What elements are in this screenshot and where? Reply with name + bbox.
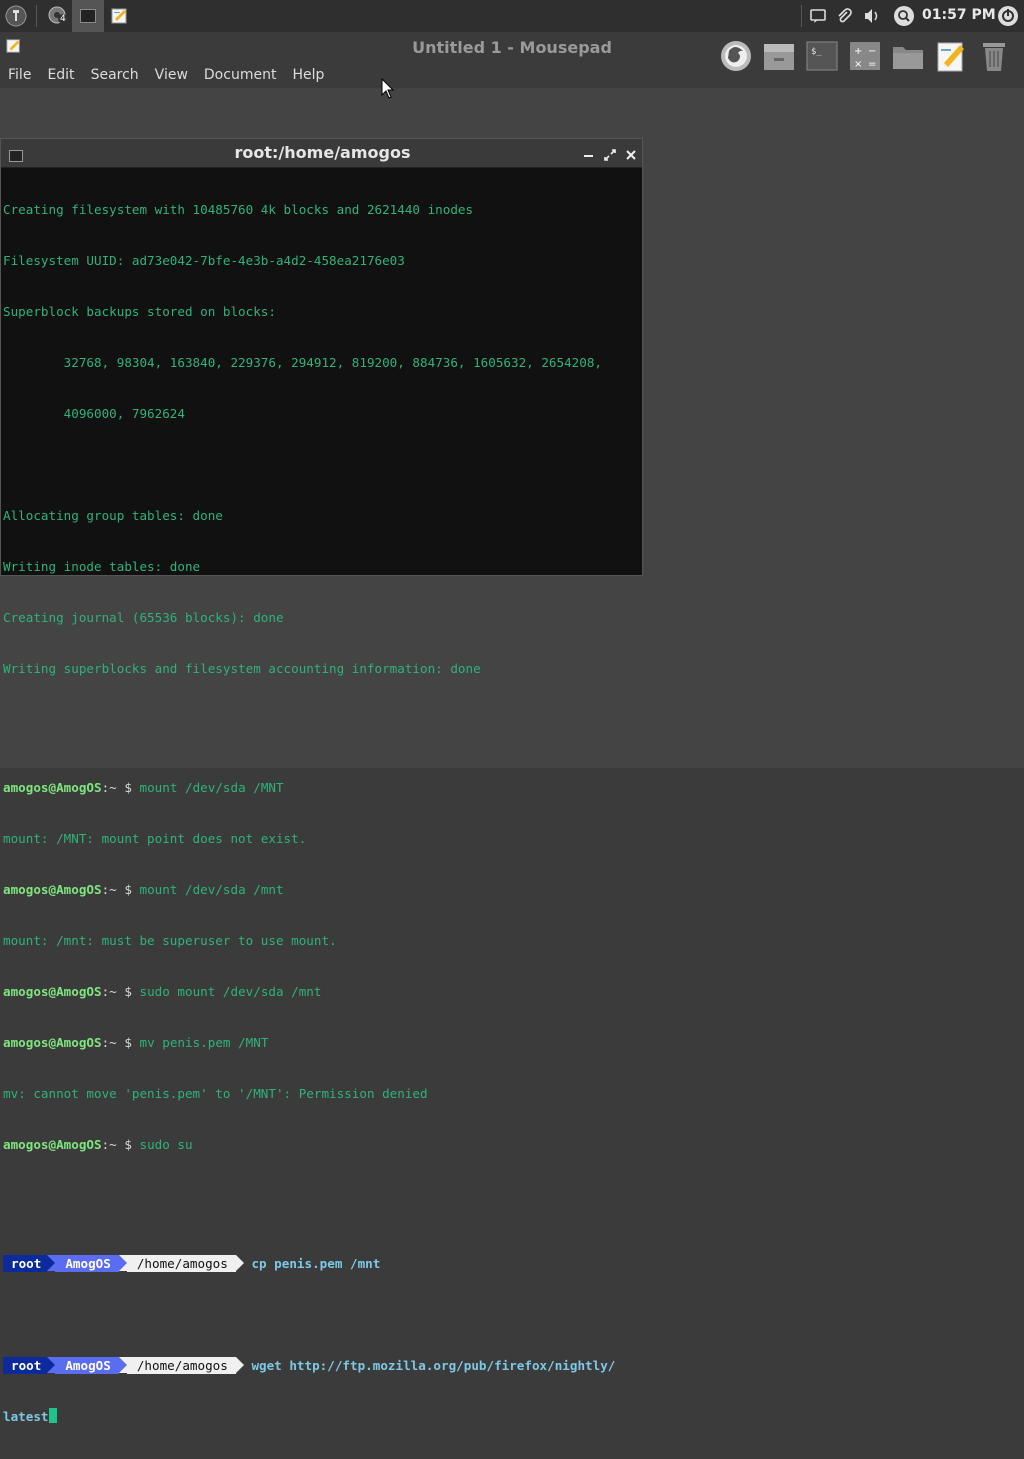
- command-wrap-line[interactable]: latest: [3, 1408, 642, 1425]
- mouse-cursor-icon: [381, 77, 395, 104]
- menu-edit[interactable]: Edit: [39, 63, 82, 87]
- folder-icon[interactable]: [888, 36, 928, 76]
- prompt-line: amogos@AmogOS:~ $ mount /dev/sda /mnt: [3, 881, 642, 898]
- top-taskbar: 4 01:57 PM: [0, 0, 1024, 33]
- prompt-path: :~ $: [101, 1035, 140, 1050]
- powerline-path: /home/amogos: [126, 1357, 236, 1374]
- calculator-icon[interactable]: + − × =: [845, 36, 885, 76]
- menu-bar: File Edit Search View Document Help: [0, 63, 332, 87]
- volume-icon[interactable]: [860, 4, 884, 28]
- terminal-window[interactable]: root:/home/amogos Creating filesystem wi…: [0, 138, 643, 1424]
- powerline-prompt: root AmogOS/home/amogos cp penis.pem /mnt: [3, 1255, 642, 1272]
- text-editor-icon[interactable]: [931, 36, 971, 76]
- output-line: mv: cannot move 'penis.pem' to '/MNT': P…: [3, 1086, 428, 1101]
- close-icon[interactable]: [625, 146, 637, 165]
- prompt-line: amogos@AmogOS:~ $ sudo mount /dev/sda /m…: [3, 983, 642, 1000]
- output-line: mount: /MNT: mount point does not exist.: [3, 831, 307, 846]
- menu-view[interactable]: View: [147, 63, 196, 87]
- menu-search[interactable]: Search: [83, 63, 147, 87]
- notification-icon[interactable]: [806, 4, 830, 28]
- taskbar-terminal-window[interactable]: [72, 0, 104, 32]
- svg-text:×: ×: [854, 59, 862, 70]
- command-text: sudo mount /dev/sda /mnt: [139, 984, 322, 999]
- prompt-user: amogos@AmogOS: [3, 882, 102, 897]
- trash-icon[interactable]: [974, 36, 1014, 76]
- powerline-host: AmogOS: [55, 1255, 119, 1272]
- menu-help[interactable]: Help: [284, 63, 332, 87]
- file-manager-icon[interactable]: [759, 36, 799, 76]
- svg-text:−: −: [868, 46, 876, 57]
- menu-document[interactable]: Document: [196, 63, 285, 87]
- text-cursor: [48, 1408, 57, 1423]
- output-line: Writing inode tables: done: [3, 559, 201, 574]
- command-text: mount /dev/sda /mnt: [139, 882, 284, 897]
- firefox-icon[interactable]: [716, 36, 756, 76]
- prompt-user: amogos@AmogOS: [3, 1137, 102, 1152]
- prompt-line: amogos@AmogOS:~ $ mv penis.pem /MNT: [3, 1034, 642, 1051]
- app-menu-icon[interactable]: [4, 4, 28, 28]
- command-text: mv penis.pem /MNT: [139, 1035, 269, 1050]
- clock[interactable]: 01:57 PM: [922, 7, 996, 23]
- power-icon[interactable]: [996, 4, 1020, 28]
- prompt-path: :~ $: [101, 780, 140, 795]
- prompt-user: amogos@AmogOS: [3, 780, 102, 795]
- workspace-badge: 4: [58, 14, 68, 24]
- svg-text:=: =: [868, 59, 876, 70]
- output-line: Filesystem UUID: ad73e042-7bfe-4e3b-a4d2…: [3, 253, 405, 268]
- output-line: Writing superblocks and filesystem accou…: [3, 661, 481, 676]
- prompt-path: :~ $: [101, 984, 140, 999]
- svg-text:$_: $_: [811, 47, 822, 57]
- command-text: wget http://ftp.mozilla.org/pub/firefox/…: [251, 1358, 616, 1373]
- output-line: Creating journal (65536 blocks): done: [3, 610, 284, 625]
- command-text: cp penis.pem /mnt: [251, 1256, 381, 1271]
- maximize-icon[interactable]: [604, 146, 616, 165]
- taskbar-mousepad-window[interactable]: [108, 4, 132, 28]
- powerline-host: AmogOS: [55, 1357, 119, 1374]
- prompt-user: amogos@AmogOS: [3, 984, 102, 999]
- workspace-switcher-icon[interactable]: 4: [46, 4, 70, 28]
- terminal-titlebar[interactable]: root:/home/amogos: [1, 139, 642, 168]
- search-icon[interactable]: [892, 4, 916, 28]
- prompt-line: amogos@AmogOS:~ $ sudo su: [3, 1136, 642, 1153]
- output-line: 4096000, 7962624: [3, 406, 185, 421]
- output-line: Superblock backups stored on blocks:: [3, 304, 276, 319]
- output-line: Creating filesystem with 10485760 4k blo…: [3, 202, 474, 217]
- output-line: 32768, 98304, 163840, 229376, 294912, 81…: [3, 355, 602, 370]
- terminal-output[interactable]: Creating filesystem with 10485760 4k blo…: [3, 167, 642, 1459]
- powerline-prompt: root AmogOS/home/amogos wget http://ftp.m…: [3, 1357, 642, 1374]
- output-line: mount: /mnt: must be superuser to use mo…: [3, 933, 337, 948]
- prompt-user: amogos@AmogOS: [3, 1035, 102, 1050]
- powerline-user: root: [3, 1255, 48, 1272]
- prompt-path: :~ $: [101, 1137, 140, 1152]
- paperclip-icon[interactable]: [832, 4, 856, 28]
- terminal-title: root:/home/amogos: [234, 143, 411, 162]
- powerline-user: root: [3, 1357, 48, 1374]
- powerline-path: /home/amogos: [126, 1255, 236, 1272]
- svg-text:+: +: [854, 46, 862, 57]
- command-text: latest: [3, 1409, 49, 1424]
- menu-file[interactable]: File: [0, 63, 39, 87]
- prompt-path: :~ $: [101, 882, 140, 897]
- command-text: mount /dev/sda /MNT: [139, 780, 284, 795]
- prompt-line: amogos@AmogOS:~ $ mount /dev/sda /MNT: [3, 779, 642, 796]
- command-text: sudo su: [139, 1137, 193, 1152]
- output-line: Allocating group tables: done: [3, 508, 223, 523]
- minimize-icon[interactable]: [583, 146, 595, 165]
- terminal-icon[interactable]: $_: [802, 36, 842, 76]
